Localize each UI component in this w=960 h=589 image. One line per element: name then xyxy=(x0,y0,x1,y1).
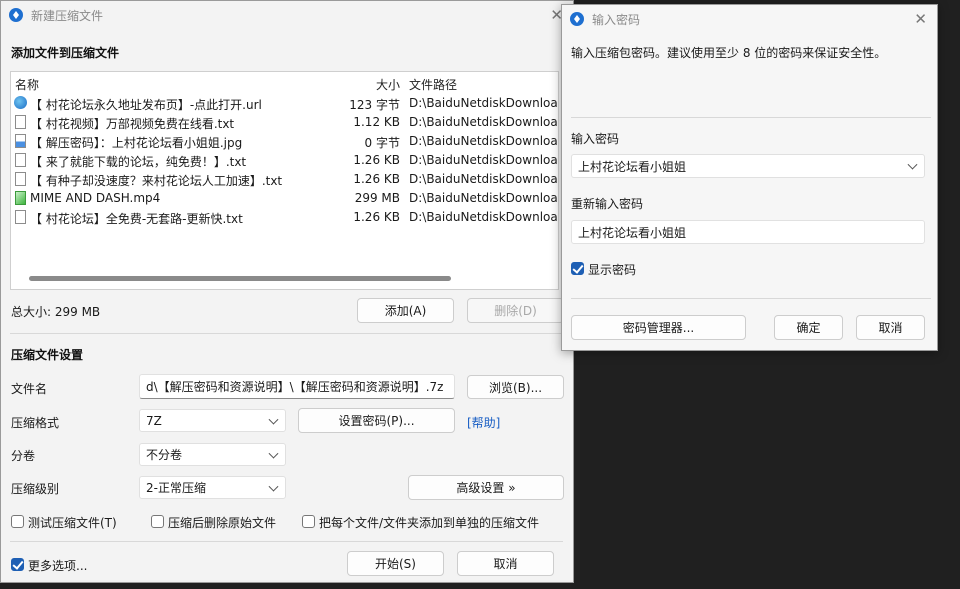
column-path-header[interactable]: 文件路径 xyxy=(409,76,457,93)
filename-label: 文件名 xyxy=(11,382,48,396)
image-file-icon xyxy=(15,134,26,148)
file-size: 1.12 KB xyxy=(353,115,400,129)
text-file-icon xyxy=(15,210,26,224)
help-link[interactable]: [帮助] xyxy=(467,414,500,431)
start-button[interactable]: 开始(S) xyxy=(347,551,444,576)
file-name: 【 解压密码】：上村花论坛看小姐姐.jpg xyxy=(30,136,243,150)
file-size: 123 字节 xyxy=(349,98,400,112)
delete-after-label[interactable]: 压缩后删除原始文件 xyxy=(168,514,276,531)
file-size: 1.26 KB xyxy=(353,153,400,167)
new-archive-window: 新建压缩文件 ✕ 添加文件到压缩文件 名称 大小 文件路径 【 村花论坛永久地址… xyxy=(0,0,574,583)
file-path: D:\BaiduNetdiskDownload xyxy=(409,96,559,110)
file-path: D:\BaiduNetdiskDownload xyxy=(409,172,559,186)
password-input[interactable]: 上村花论坛看小姐姐 xyxy=(571,154,925,178)
separate-archives-checkbox[interactable] xyxy=(302,515,315,528)
file-row[interactable]: 【 村花论坛】全免费-无套路-更新快.txt 1.26 KB D:\BaiduNet… xyxy=(11,208,558,227)
file-path: D:\BaiduNetdiskDownload xyxy=(409,210,559,224)
column-name-header[interactable]: 名称 xyxy=(15,76,39,93)
file-list-header: 名称 大小 文件路径 xyxy=(11,72,558,94)
file-row[interactable]: 【 解压密码】：上村花论坛看小姐姐.jpg 0 字节 D:\BaiduNetdisk… xyxy=(11,132,558,151)
video-file-icon xyxy=(15,191,26,205)
dialog-description: 输入压缩包密码。建议使用至少 8 位的密码来保证安全性。 xyxy=(571,46,887,60)
file-path: D:\BaiduNetdiskDownload xyxy=(409,134,559,148)
filename-input[interactable]: d\【解压密码和资源说明】\【解压密码和资源说明】.7z xyxy=(139,374,455,399)
split-label: 分卷 xyxy=(11,449,36,463)
test-archive-checkbox[interactable] xyxy=(11,515,24,528)
file-name: MIME AND DASH.mp4 xyxy=(30,191,161,205)
file-name: 【 来了就能下载的论坛，纯免费！】.txt xyxy=(30,155,247,169)
file-row[interactable]: 【 有种子却没速度？来村花论坛人工加速】.txt 1.26 KB D:\BaiduN… xyxy=(11,170,558,189)
web-link-icon xyxy=(14,96,27,109)
separate-archives-label[interactable]: 把每个文件/文件夹添加到单独的压缩文件 xyxy=(319,514,539,531)
password-manager-button[interactable]: 密码管理器... xyxy=(571,315,746,340)
divider xyxy=(571,117,931,118)
divider xyxy=(10,333,563,334)
confirm-password-label: 重新输入密码 xyxy=(571,197,644,211)
add-files-heading: 添加文件到压缩文件 xyxy=(11,46,120,60)
file-size: 1.26 KB xyxy=(353,210,400,224)
app-logo-icon xyxy=(9,8,23,22)
split-select[interactable]: 不分卷 xyxy=(139,443,286,466)
level-label: 压缩级别 xyxy=(11,482,60,496)
chevron-down-icon xyxy=(268,448,279,459)
text-file-icon xyxy=(15,172,26,186)
text-file-icon xyxy=(15,115,26,129)
text-file-icon xyxy=(15,153,26,167)
app-logo-icon xyxy=(570,12,584,26)
divider xyxy=(571,298,931,299)
ok-button[interactable]: 确定 xyxy=(774,315,843,340)
dialog-cancel-button[interactable]: 取消 xyxy=(856,315,925,340)
file-name: 【 村花视频】万部视频免费在线看.txt xyxy=(30,117,235,131)
more-options-checkbox[interactable] xyxy=(11,558,24,571)
chevron-down-icon[interactable] xyxy=(907,159,918,170)
password-dialog: 输入密码 ✕ 输入压缩包密码。建议使用至少 8 位的密码来保证安全性。 输入密码… xyxy=(561,4,938,351)
level-value: 2-正常压缩 xyxy=(146,481,206,495)
password-value: 上村花论坛看小姐姐 xyxy=(578,159,687,174)
confirm-password-input[interactable]: 上村花论坛看小姐姐 xyxy=(571,220,925,244)
level-select[interactable]: 2-正常压缩 xyxy=(139,476,286,499)
format-label: 压缩格式 xyxy=(11,416,60,430)
delete-button[interactable]: 删除(D) xyxy=(467,298,564,323)
chevron-down-icon xyxy=(268,481,279,492)
column-size-header[interactable]: 大小 xyxy=(376,76,400,93)
show-password-checkbox[interactable] xyxy=(571,262,584,275)
file-name: 【 村花论坛】全免费-无套路-更新快.txt xyxy=(30,212,243,226)
file-row[interactable]: 【 村花论坛永久地址发布页】-点此打开.url 123 字节 D:\BaiduNet… xyxy=(11,94,558,113)
file-list[interactable]: 名称 大小 文件路径 【 村花论坛永久地址发布页】-点此打开.url 123 字节… xyxy=(10,71,559,290)
main-window-title: 新建压缩文件 xyxy=(31,8,104,23)
file-name: 【 村花论坛永久地址发布页】-点此打开.url xyxy=(30,98,262,112)
main-cancel-button[interactable]: 取消 xyxy=(457,551,554,576)
delete-after-checkbox[interactable] xyxy=(151,515,164,528)
file-path: D:\BaiduNetdiskDownload xyxy=(409,153,559,167)
horizontal-scrollbar[interactable] xyxy=(29,276,451,281)
file-path: D:\BaiduNetdiskDownload xyxy=(409,191,559,205)
split-value: 不分卷 xyxy=(146,448,183,462)
add-button[interactable]: 添加(A) xyxy=(357,298,454,323)
dialog-title: 输入密码 xyxy=(592,12,641,27)
total-size: 总大小: 299 MB xyxy=(11,305,101,319)
file-row[interactable]: MIME AND DASH.mp4 299 MB D:\BaiduNetdiskDo… xyxy=(11,189,558,208)
main-titlebar: 新建压缩文件 ✕ xyxy=(1,1,573,29)
more-options-label[interactable]: 更多选项... xyxy=(28,557,87,574)
dialog-close-icon[interactable]: ✕ xyxy=(914,10,927,28)
set-password-button[interactable]: 设置密码(P)... xyxy=(298,408,455,433)
file-size: 1.26 KB xyxy=(353,172,400,186)
password-label: 输入密码 xyxy=(571,132,620,146)
chevron-down-icon xyxy=(268,414,279,425)
format-value: 7Z xyxy=(146,413,162,428)
dialog-titlebar: 输入密码 ✕ xyxy=(562,5,937,33)
test-archive-label[interactable]: 测试压缩文件(T) xyxy=(28,514,117,531)
divider xyxy=(10,541,563,542)
file-row[interactable]: 【 村花视频】万部视频免费在线看.txt 1.12 KB D:\BaiduNetdi… xyxy=(11,113,558,132)
file-row[interactable]: 【 来了就能下载的论坛，纯免费！】.txt 1.26 KB D:\BaiduNetd… xyxy=(11,151,558,170)
file-path: D:\BaiduNetdiskDownload xyxy=(409,115,559,129)
file-size: 0 字节 xyxy=(364,136,400,150)
file-size: 299 MB xyxy=(354,191,400,205)
file-name: 【 有种子却没速度？来村花论坛人工加速】.txt xyxy=(30,174,283,188)
settings-heading: 压缩文件设置 xyxy=(11,348,84,362)
show-password-label[interactable]: 显示密码 xyxy=(588,261,636,278)
format-select[interactable]: 7Z xyxy=(139,409,286,432)
advanced-settings-button[interactable]: 高级设置 » xyxy=(408,475,564,500)
browse-button[interactable]: 浏览(B)... xyxy=(467,375,564,399)
